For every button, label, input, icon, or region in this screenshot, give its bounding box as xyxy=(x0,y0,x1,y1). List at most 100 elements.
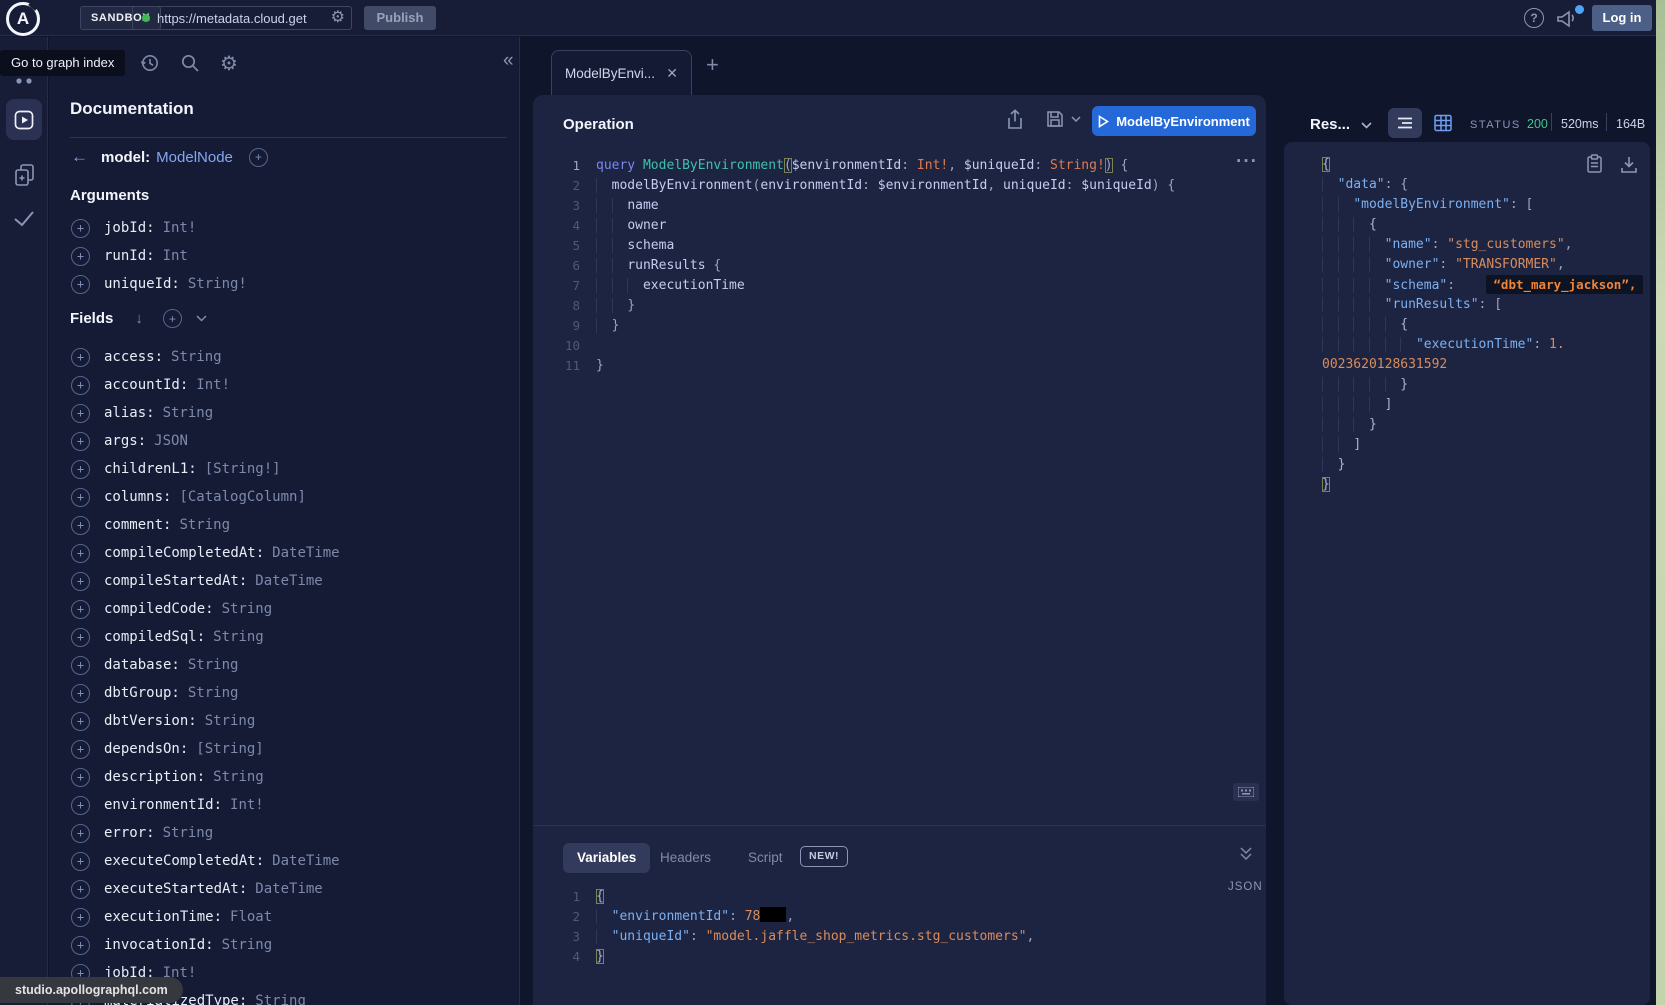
field-name[interactable]: dbtGroup: xyxy=(104,685,180,701)
add-tab-button[interactable]: + xyxy=(706,52,719,78)
field-name[interactable]: executeCompletedAt: xyxy=(104,853,264,869)
tab-script[interactable]: Script xyxy=(748,850,783,865)
add-field-button[interactable]: + xyxy=(71,348,90,367)
operation-menu-dots-icon[interactable]: ··· xyxy=(1236,151,1258,173)
field-name[interactable]: dependsOn: xyxy=(104,741,188,757)
add-field-button[interactable]: + xyxy=(71,275,90,294)
response-json[interactable]: { "data": { "modelByEnvironment": [ { "n… xyxy=(1322,155,1643,495)
endpoint-url[interactable]: https://metadata.cloud.get xyxy=(157,11,331,26)
explorer-nav-selected[interactable] xyxy=(6,99,42,140)
breadcrumb-type-link[interactable]: ModelNode xyxy=(156,149,233,166)
field-name[interactable]: args: xyxy=(104,433,146,449)
field-name[interactable]: dbtVersion: xyxy=(104,713,197,729)
field-type[interactable]: String xyxy=(222,601,273,617)
tab-headers[interactable]: Headers xyxy=(660,850,711,865)
field-name[interactable]: compiledSql: xyxy=(104,629,205,645)
add-field-button[interactable]: + xyxy=(71,460,90,479)
field-type[interactable]: String xyxy=(255,993,306,1005)
add-field-button[interactable]: + xyxy=(71,628,90,647)
field-type[interactable]: String xyxy=(179,517,230,533)
field-type[interactable]: String xyxy=(188,685,239,701)
close-tab-icon[interactable]: ✕ xyxy=(666,65,678,82)
publish-button[interactable]: Publish xyxy=(364,6,436,30)
add-type-button[interactable]: + xyxy=(249,148,268,167)
field-name[interactable]: compileStartedAt: xyxy=(104,573,247,589)
search-icon[interactable] xyxy=(180,53,200,73)
add-all-fields-button[interactable]: + xyxy=(163,309,182,328)
checks-icon[interactable] xyxy=(12,209,36,229)
field-type[interactable]: String xyxy=(188,657,239,673)
field-name[interactable]: error: xyxy=(104,825,155,841)
fields-options-chevron-icon[interactable] xyxy=(196,315,207,322)
run-operation-button[interactable]: ModelByEnvironment xyxy=(1092,106,1256,136)
back-arrow-icon[interactable]: ← xyxy=(71,147,88,167)
endpoint-input[interactable]: https://metadata.cloud.get ⚙ xyxy=(132,6,352,30)
add-field-button[interactable]: + xyxy=(71,712,90,731)
field-name[interactable]: uniqueId: xyxy=(104,276,180,292)
response-view-table-toggle[interactable] xyxy=(1433,113,1453,133)
field-name[interactable]: childrenL1: xyxy=(104,461,197,477)
field-type[interactable]: DateTime xyxy=(272,853,339,869)
field-name[interactable]: jobId: xyxy=(104,220,155,236)
operation-editor[interactable]: query ModelByEnvironment($environmentId:… xyxy=(596,156,1175,376)
keyboard-shortcuts-icon[interactable] xyxy=(1233,783,1259,801)
field-name[interactable]: compileCompletedAt: xyxy=(104,545,264,561)
field-type[interactable]: String! xyxy=(188,276,247,292)
field-type[interactable]: String xyxy=(171,349,222,365)
variables-editor[interactable]: { "environmentId": 78, "uniqueId": "mode… xyxy=(596,887,1034,967)
connection-settings-gear-icon[interactable]: ⚙ xyxy=(331,10,345,26)
field-type[interactable]: Int xyxy=(163,248,188,264)
add-field-button[interactable]: + xyxy=(71,404,90,423)
field-name[interactable]: compiledCode: xyxy=(104,601,214,617)
field-type[interactable]: String xyxy=(163,405,214,421)
add-field-button[interactable]: + xyxy=(71,796,90,815)
field-type[interactable]: String xyxy=(213,769,264,785)
field-type[interactable]: Float xyxy=(230,909,272,925)
login-button[interactable]: Log in xyxy=(1592,5,1652,31)
tab-variables[interactable]: Variables xyxy=(563,843,650,873)
add-field-button[interactable]: + xyxy=(71,376,90,395)
add-field-button[interactable]: + xyxy=(71,740,90,759)
field-type[interactable]: String xyxy=(222,937,273,953)
add-field-button[interactable]: + xyxy=(71,516,90,535)
field-type[interactable]: String xyxy=(213,629,264,645)
sort-fields-icon[interactable]: ↓ xyxy=(135,310,143,327)
field-type[interactable]: DateTime xyxy=(272,545,339,561)
save-icon[interactable] xyxy=(1046,110,1064,128)
field-name[interactable]: description: xyxy=(104,769,205,785)
add-field-button[interactable]: + xyxy=(71,908,90,927)
response-view-raw-toggle[interactable] xyxy=(1388,108,1422,138)
field-type[interactable]: JSON xyxy=(154,433,188,449)
help-icon[interactable]: ? xyxy=(1524,8,1544,28)
field-type[interactable]: String xyxy=(163,825,214,841)
field-name[interactable]: environmentId: xyxy=(104,797,222,813)
field-name[interactable]: runId: xyxy=(104,248,155,264)
field-name[interactable]: accountId: xyxy=(104,377,188,393)
add-field-button[interactable]: + xyxy=(71,768,90,787)
add-field-button[interactable]: + xyxy=(71,684,90,703)
add-field-button[interactable]: + xyxy=(71,880,90,899)
add-field-button[interactable]: + xyxy=(71,600,90,619)
field-type[interactable]: DateTime xyxy=(255,881,322,897)
save-dropdown-chevron-icon[interactable] xyxy=(1071,116,1081,123)
add-field-button[interactable]: + xyxy=(71,824,90,843)
add-field-button[interactable]: + xyxy=(71,544,90,563)
field-type[interactable]: Int! xyxy=(196,377,230,393)
operation-tab[interactable]: ModelByEnvi... ✕ xyxy=(551,50,692,95)
field-name[interactable]: executionTime: xyxy=(104,909,222,925)
settings-gear-icon[interactable]: ⚙ xyxy=(220,51,238,76)
field-type[interactable]: String xyxy=(205,713,256,729)
add-field-button[interactable]: + xyxy=(71,488,90,507)
field-name[interactable]: columns: xyxy=(104,489,171,505)
add-field-button[interactable]: + xyxy=(71,656,90,675)
field-type[interactable]: [CatalogColumn] xyxy=(179,489,305,505)
share-icon[interactable] xyxy=(1006,109,1024,130)
response-title[interactable]: Res... xyxy=(1310,116,1350,133)
field-type[interactable]: DateTime xyxy=(255,573,322,589)
field-name[interactable]: alias: xyxy=(104,405,155,421)
field-type[interactable]: Int! xyxy=(230,797,264,813)
field-type[interactable]: [String!] xyxy=(205,461,281,477)
add-field-button[interactable]: + xyxy=(71,247,90,266)
field-name[interactable]: access: xyxy=(104,349,163,365)
add-field-button[interactable]: + xyxy=(71,432,90,451)
